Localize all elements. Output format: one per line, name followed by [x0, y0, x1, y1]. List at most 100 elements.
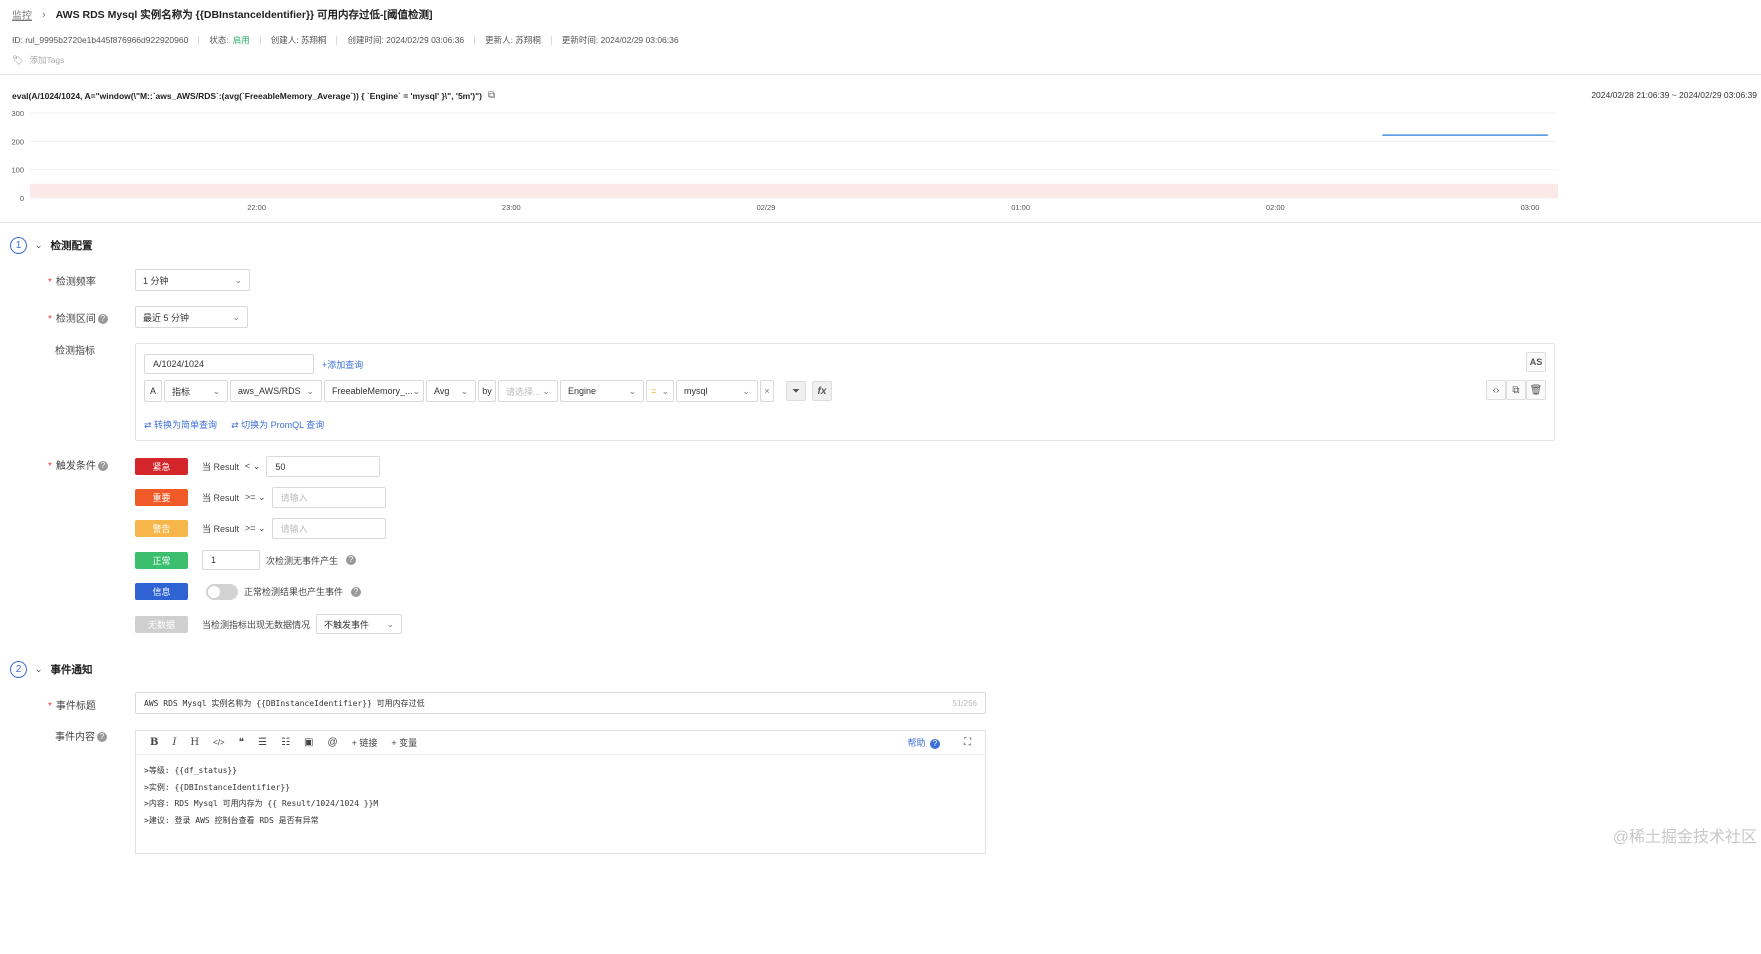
info-text: 正常检测结果也产生事件 — [244, 587, 344, 597]
line-chart: 300 200 100 0 22:00 23:00 02/29 01:00 02:00 03:00 — [11, 109, 1558, 212]
add-query-link[interactable]: +添加查询 — [322, 358, 363, 371]
group-by-select[interactable]: 请选择... ⌄ — [498, 380, 558, 402]
condition-text: 当 Result — [202, 462, 240, 472]
y-tick-label: 200 — [11, 137, 24, 146]
query-type-select[interactable]: 指标 ⌄ — [164, 380, 228, 402]
chart-expression-text: eval(A/1024/1024, A="window(\"M::`aws_AW… — [12, 90, 482, 101]
expression-input[interactable]: A/1024/1024 — [144, 354, 314, 374]
editor-line: >实例: {{DBInstanceIdentifier}} — [144, 782, 291, 792]
section-title: 事件通知 — [50, 664, 93, 676]
condition-row-critical: 紧急 当 Result < ⌄ 50 — [135, 456, 381, 477]
threshold-band — [30, 183, 1558, 198]
rule-id: ID: rul_9995b2720e1b445f876966d922920960 — [12, 35, 189, 45]
chart-expression: eval(A/1024/1024, A="window(\"M::`aws_AW… — [12, 90, 495, 101]
fullscreen-icon[interactable]: ⛶ — [964, 737, 971, 748]
interval-select[interactable]: 最近 5 分钟 ⌄ — [135, 306, 248, 328]
filter-value-select[interactable]: mysql ⌄ — [676, 380, 758, 402]
status-label: 状态: — [209, 35, 229, 45]
clear-filter-icon[interactable]: × — [760, 380, 774, 402]
editor-line: >建议: 登录 AWS 控制台查看 RDS 是否有异常 — [144, 815, 319, 825]
switch-simple-query-link[interactable]: ⇄ 转换为简单查询 — [144, 418, 217, 431]
metric-label: 检测指标 — [55, 346, 95, 357]
normal-text: 次检测无事件产生 — [266, 555, 339, 566]
normal-count-input[interactable]: 1 — [202, 550, 260, 570]
agg-select[interactable]: Avg ⌄ — [426, 380, 476, 402]
condition-op-select[interactable]: >= ⌄ — [245, 492, 266, 503]
help-icon[interactable]: ? — [346, 555, 357, 565]
condition-row-info: 信息 正常检测结果也产生事件 ? — [135, 583, 362, 600]
nodata-select[interactable]: 不触发事件 ⌄ — [316, 614, 403, 634]
section-event-notify-header[interactable]: 2 ⌄ 事件通知 — [10, 661, 93, 678]
namespace-select[interactable]: aws_AWS/RDS ⌄ — [230, 380, 322, 402]
level-badge-normal: 正常 — [135, 551, 188, 569]
freq-select[interactable]: 1 分钟 ⌄ — [135, 269, 250, 291]
ordered-list-icon[interactable]: ☷ — [281, 737, 290, 748]
info-toggle[interactable] — [206, 583, 238, 600]
condition-op-select[interactable]: >= ⌄ — [245, 523, 266, 534]
y-tick-label: 100 — [11, 166, 24, 175]
editor-content[interactable]: >等级: {{df_status}} >实例: {{DBInstanceIden… — [136, 755, 985, 837]
freq-label: * 检测频率 — [48, 277, 96, 288]
filter-op-select[interactable]: = ⌄ — [646, 380, 674, 402]
x-tick-label: 23:00 — [502, 203, 521, 212]
query-box: A/1024/1024 +添加查询 AS A 指标 ⌄ aws_AWS/RDS ⌄ … — [135, 343, 1555, 441]
filter-key-select[interactable]: Engine ⌄ — [560, 380, 644, 402]
level-badge-nodata: 无数据 — [135, 615, 188, 633]
nodata-text: 当检测指标出现无数据情况 — [202, 619, 311, 630]
code-icon[interactable]: ‹› — [1486, 380, 1506, 400]
mention-icon[interactable]: @ — [328, 737, 338, 748]
x-tick-label: 22:00 — [247, 203, 266, 212]
insert-link-button[interactable]: + 链接 — [352, 736, 378, 749]
insert-variable-button[interactable]: + 变量 — [391, 736, 417, 749]
code-icon[interactable]: </> — [213, 738, 225, 747]
fx-function-button[interactable]: fx — [812, 381, 832, 401]
chevron-down-icon: ⌄ — [232, 311, 240, 322]
condition-text: 当 Result — [202, 524, 240, 534]
help-link[interactable]: 帮助 ? — [907, 736, 940, 749]
breadcrumb-root-link[interactable]: 监控 — [12, 7, 32, 22]
field-select[interactable]: FreeableMemory_... ⌄ — [324, 380, 424, 402]
quote-icon[interactable]: ❝ — [239, 737, 244, 748]
event-title-label: * 事件标题 — [48, 701, 96, 712]
bold-icon[interactable]: B — [150, 737, 158, 748]
event-title-input[interactable]: AWS RDS Mysql 实例名称为 {{DBInstanceIdentifi… — [135, 692, 986, 714]
help-icon[interactable]: ? — [351, 586, 362, 597]
x-tick-label: 02:00 — [1266, 203, 1285, 212]
chevron-down-icon: ⌄ — [234, 274, 242, 285]
editor-toolbar: B I H </> ❝ ☰ ☷ ▣ @ + 链接 + 变量 帮助 ? ⛶ — [136, 731, 985, 755]
add-tags-button[interactable]: 🏷 添加Tags — [12, 54, 64, 66]
filter-icon[interactable]: ⏷ — [786, 381, 806, 401]
switch-promql-link[interactable]: ⇄ 切换为 PromQL 查询 — [231, 418, 324, 431]
copy-icon[interactable]: ⧉ — [1506, 380, 1526, 400]
level-badge-info: 信息 — [135, 583, 188, 600]
trigger-label: * 触发条件? — [48, 457, 128, 472]
as-button[interactable]: AS — [1526, 352, 1546, 372]
query-letter: A — [144, 380, 162, 402]
creator: 创建人: 苏翔桐 — [270, 35, 327, 45]
help-icon[interactable]: ? — [97, 314, 108, 325]
divider — [0, 222, 1761, 223]
tag-icon: 🏷 — [12, 54, 24, 65]
x-tick-label: 01:00 — [1011, 203, 1030, 212]
condition-row-normal: 正常 1 次检测无事件产生 ? — [135, 550, 357, 570]
condition-value-input[interactable]: 请输入 — [271, 518, 386, 539]
divider — [259, 35, 261, 45]
bullet-list-icon[interactable]: ☰ — [258, 737, 267, 748]
delete-icon[interactable]: 🗑 — [1526, 380, 1546, 400]
section-detection-config-header[interactable]: 1 ⌄ 检测配置 — [10, 237, 93, 254]
rule-meta: ID: rul_9995b2720e1b445f876966d922920960… — [12, 34, 679, 46]
condition-row-important: 重要 当 Result >= ⌄ 请输入 — [135, 487, 386, 508]
query-actions: ‹› ⧉ 🗑 — [1486, 380, 1546, 400]
updated-at: 更新时间: 2024/02/29 03:06:36 — [561, 35, 679, 45]
editor-line: >等级: {{df_status}} — [144, 766, 238, 775]
condition-value-input[interactable]: 请输入 — [271, 487, 386, 508]
image-icon[interactable]: ▣ — [304, 737, 313, 748]
condition-op-select[interactable]: < ⌄ — [245, 461, 260, 472]
italic-icon[interactable]: I — [172, 737, 176, 748]
help-icon[interactable]: ? — [97, 732, 107, 743]
heading-icon[interactable]: H — [190, 737, 199, 748]
copy-icon[interactable]: ⧉ — [488, 90, 495, 101]
condition-value-input[interactable]: 50 — [266, 456, 381, 477]
help-icon[interactable]: ? — [97, 461, 108, 472]
divider — [0, 74, 1761, 75]
